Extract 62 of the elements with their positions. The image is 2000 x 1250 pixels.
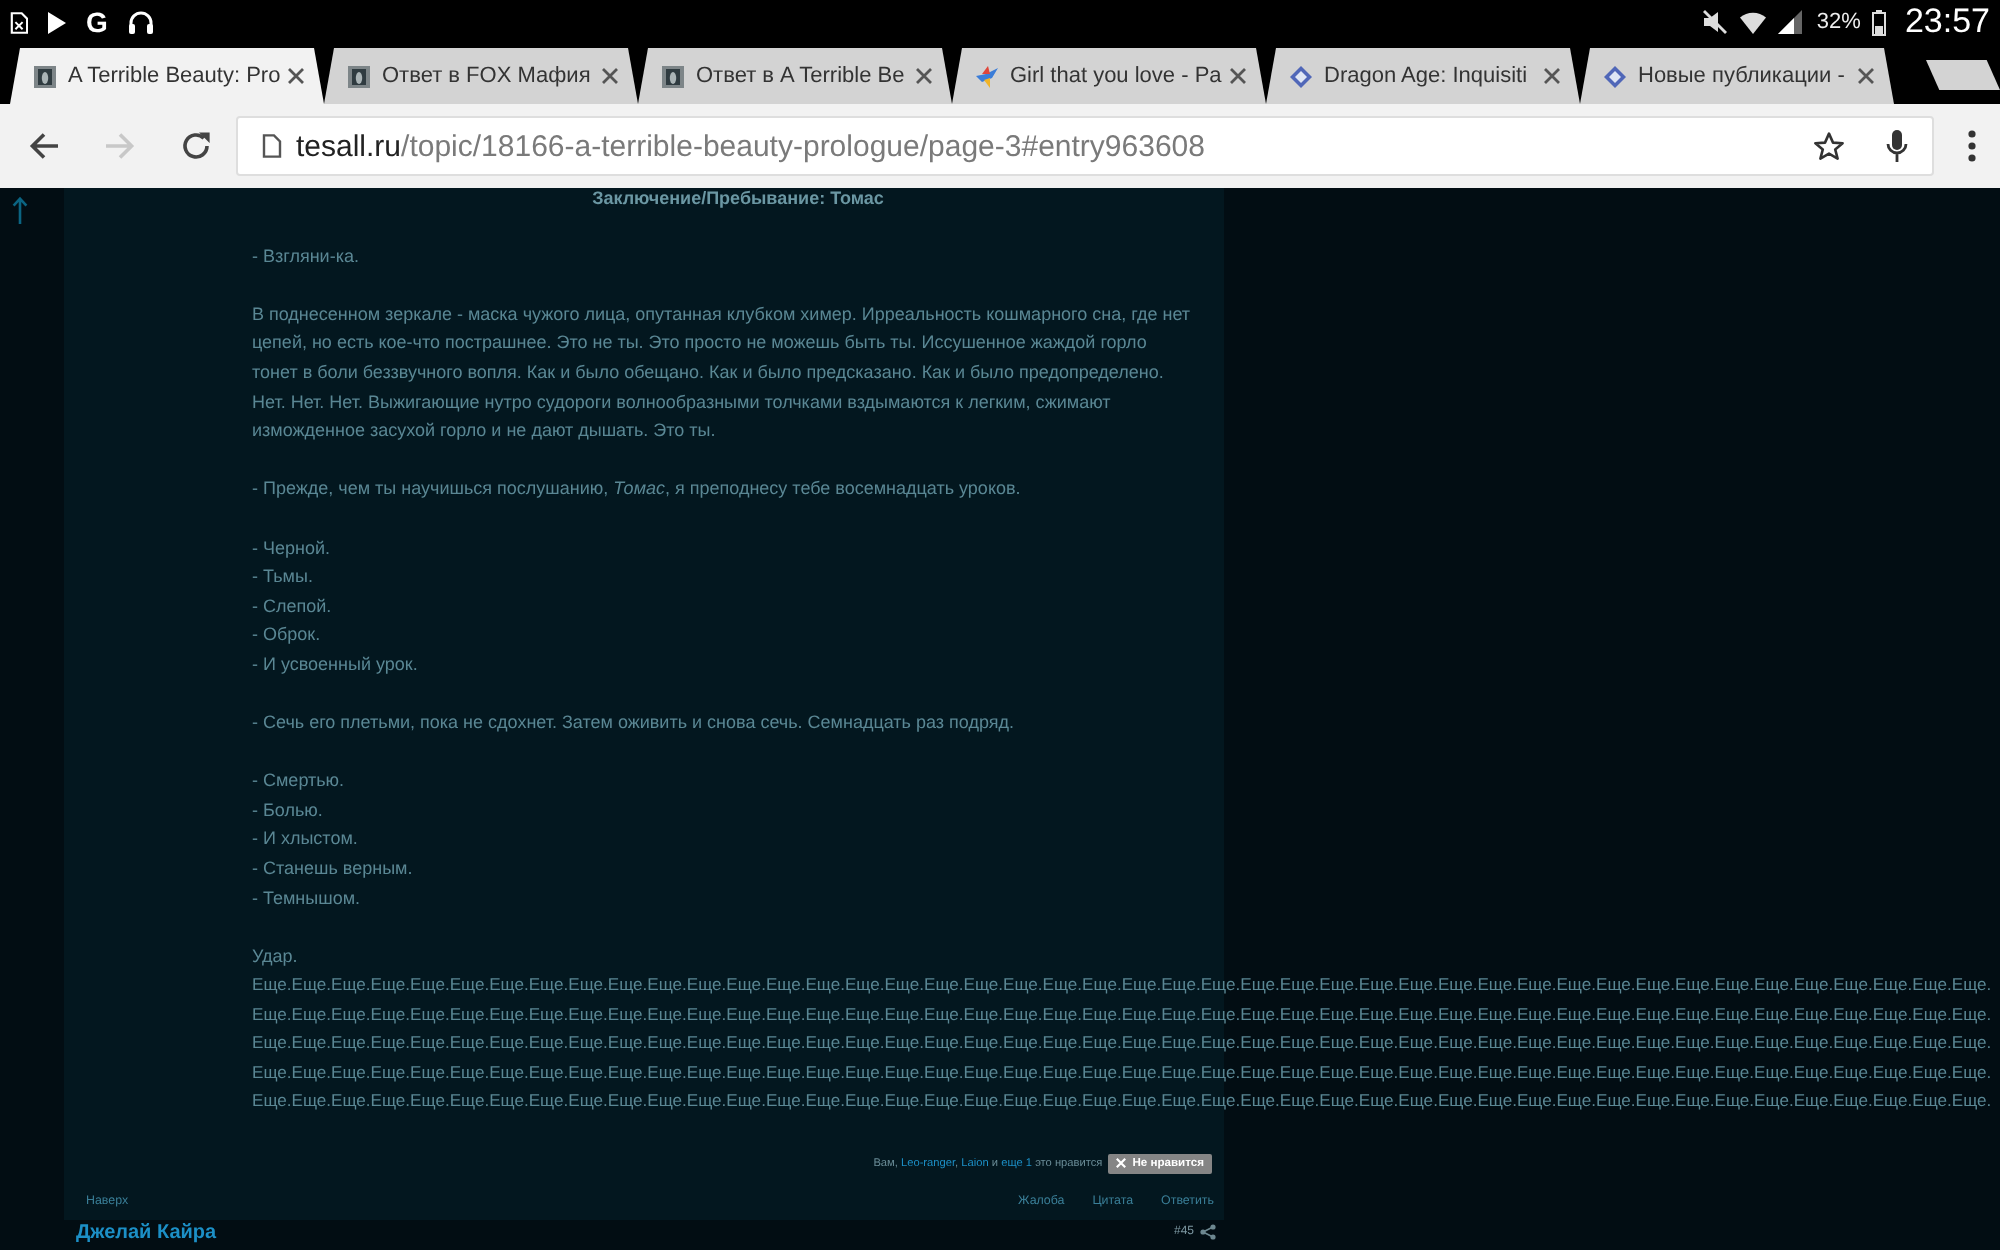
notification-letter: G <box>86 8 108 36</box>
new-tab-button[interactable] <box>1926 60 2000 90</box>
play-icon <box>48 11 66 33</box>
headphones-icon <box>127 10 154 34</box>
story-paragraph: В поднесенном зеркале - маска чужого лица, опутанная клубком химер. Ирреальность кошмарного сна, где нет цепей, но есть кое-что пострашнее. Это не ты. Это просто не можешь быть ты. Иссушенное жаждой горло тонет в боли беззвучного вопля. Как и было обещано. Как и было предсказано. Как и было предопределено. Нет. Нет. Нет. Выжигающие нутро судороги волнообразными толчками вздымаются к легким, сжимают изможденное засухой горло и не дают дышать. Это ты. <box>252 301 1193 445</box>
battery-icon <box>1872 9 1887 35</box>
browser-tab[interactable]: Ответ в FOX Мафия <box>324 48 638 104</box>
story-line: - Темнышом. <box>252 885 361 912</box>
back-icon[interactable] <box>28 130 60 162</box>
close-icon[interactable] <box>916 68 932 84</box>
story-line: - И усвоенный урок. <box>252 651 418 678</box>
story-line: - Болью. <box>252 797 323 824</box>
address-field[interactable]: tesall.ru/topic/18166-a-terrible-beauty-prologue/page-3#entry963608 <box>236 116 1934 176</box>
up-arrow-icon[interactable] <box>12 196 28 224</box>
story-line: Еще.Еще.Еще.Еще.Еще.Еще.Еще.Еще.Еще.Еще.Еще.Еще.Еще.Еще.Еще.Еще.Еще.Еще.Еще.Еще.Еще.Еще.Еще.Еще.Еще.Еще.Еще.Еще.Еще.Еще.Еще.Еще.Еще.Еще.Еще.Еще.Еще.Еще.Еще.Еще.Еще.Еще.Еще.Еще. <box>252 1059 1992 1086</box>
story-line: Еще.Еще.Еще.Еще.Еще.Еще.Еще.Еще.Еще.Еще.Еще.Еще.Еще.Еще.Еще.Еще.Еще.Еще.Еще.Еще.Еще.Еще.Еще.Еще.Еще.Еще.Еще.Еще.Еще.Еще.Еще.Еще.Еще.Еще.Еще.Еще.Еще.Еще.Еще.Еще.Еще.Еще.Еще.Еще. <box>252 1001 1992 1028</box>
microphone-icon[interactable] <box>1886 130 1908 162</box>
close-icon[interactable] <box>1544 68 1560 84</box>
post-heading: Заключение/Пребывание: Томас <box>590 188 886 208</box>
document-icon <box>10 11 28 33</box>
portrait-tile-icon <box>348 65 370 87</box>
story-line: Еще.Еще.Еще.Еще.Еще.Еще.Еще.Еще.Еще.Еще.Еще.Еще.Еще.Еще.Еще.Еще.Еще.Еще.Еще.Еще.Еще.Еще.Еще.Еще.Еще.Еще.Еще.Еще.Еще.Еще.Еще.Еще.Еще.Еще.Еще.Еще.Еще.Еще.Еще.Еще.Еще.Еще.Еще.Еще. <box>252 972 1992 999</box>
url-text: tesall.ru/topic/18166-a-terrible-beauty-prologue/page-3#entry963608 <box>296 129 1207 163</box>
reload-icon[interactable] <box>180 130 212 162</box>
close-icon[interactable] <box>602 68 618 84</box>
story-line: - Оброк. <box>252 622 321 649</box>
close-icon[interactable] <box>1858 68 1874 84</box>
story-line: - Прежде, чем ты научишься послушанию, Томас, я преподнесу тебе восемнадцать уроков. <box>252 476 1021 503</box>
emblem-icon <box>1290 65 1312 87</box>
portrait-tile-icon <box>34 65 56 87</box>
menu-icon[interactable] <box>1968 130 1976 162</box>
story-line: - Станешь верным. <box>252 856 413 883</box>
wifi-icon <box>1740 10 1767 34</box>
page-icon <box>262 134 282 158</box>
emblem-icon <box>1604 65 1626 87</box>
star-icon[interactable] <box>1814 132 1844 160</box>
close-icon[interactable] <box>1230 68 1246 84</box>
browser-tab[interactable]: A Terrible Beauty: Pro <box>10 48 324 104</box>
signal-icon <box>1778 10 1803 34</box>
bird-icon <box>976 65 998 87</box>
browser-tab[interactable]: Ответ в A Terrible Be <box>638 48 952 104</box>
share-icon[interactable] <box>1200 1224 1216 1241</box>
story-line: - Взгляни-ка. <box>252 243 359 270</box>
close-icon[interactable] <box>288 68 304 84</box>
cross-icon <box>1116 1158 1127 1169</box>
browser-tab[interactable]: Girl that you love - Pa <box>952 48 1266 104</box>
story-line: Еще.Еще.Еще.Еще.Еще.Еще.Еще.Еще.Еще.Еще.Еще.Еще.Еще.Еще.Еще.Еще.Еще.Еще.Еще.Еще.Еще.Еще.Еще.Еще.Еще.Еще.Еще.Еще.Еще.Еще.Еще.Еще.Еще.Еще.Еще.Еще.Еще.Еще.Еще.Еще.Еще.Еще.Еще.Еще. <box>252 1030 1992 1057</box>
story-line: - Черной. <box>252 535 331 562</box>
browser-tab[interactable]: Новые публикации - <box>1580 48 1894 104</box>
story-line: - И хлыстом. <box>252 826 358 853</box>
story-line: - Смертью. <box>252 768 345 795</box>
story-line: Еще.Еще.Еще.Еще.Еще.Еще.Еще.Еще.Еще.Еще.Еще.Еще.Еще.Еще.Еще.Еще.Еще.Еще.Еще.Еще.Еще.Еще.Еще.Еще.Еще.Еще.Еще.Еще.Еще.Еще.Еще.Еще.Еще.Еще.Еще.Еще.Еще.Еще.Еще.Еще.Еще.Еще.Еще.Еще. <box>252 1088 1992 1115</box>
browser-tab[interactable]: Dragon Age: Inquisiti <box>1266 48 1580 104</box>
portrait-tile-icon <box>662 65 684 87</box>
story-line: - Сечь его плетьми, пока не сдохнет. Затем оживить и снова сечь. Семнадцать раз подряд. <box>252 710 1014 737</box>
story-line: - Тьмы. <box>252 564 313 591</box>
author-name[interactable]: Джелай Кайра <box>76 1221 217 1244</box>
story-line: Удар. <box>252 943 298 970</box>
story-line: - Слепой. <box>252 593 332 620</box>
battery-percent: 32% <box>1816 10 1861 34</box>
mute-icon <box>1702 10 1729 34</box>
clock: 23:57 <box>1904 4 1990 40</box>
